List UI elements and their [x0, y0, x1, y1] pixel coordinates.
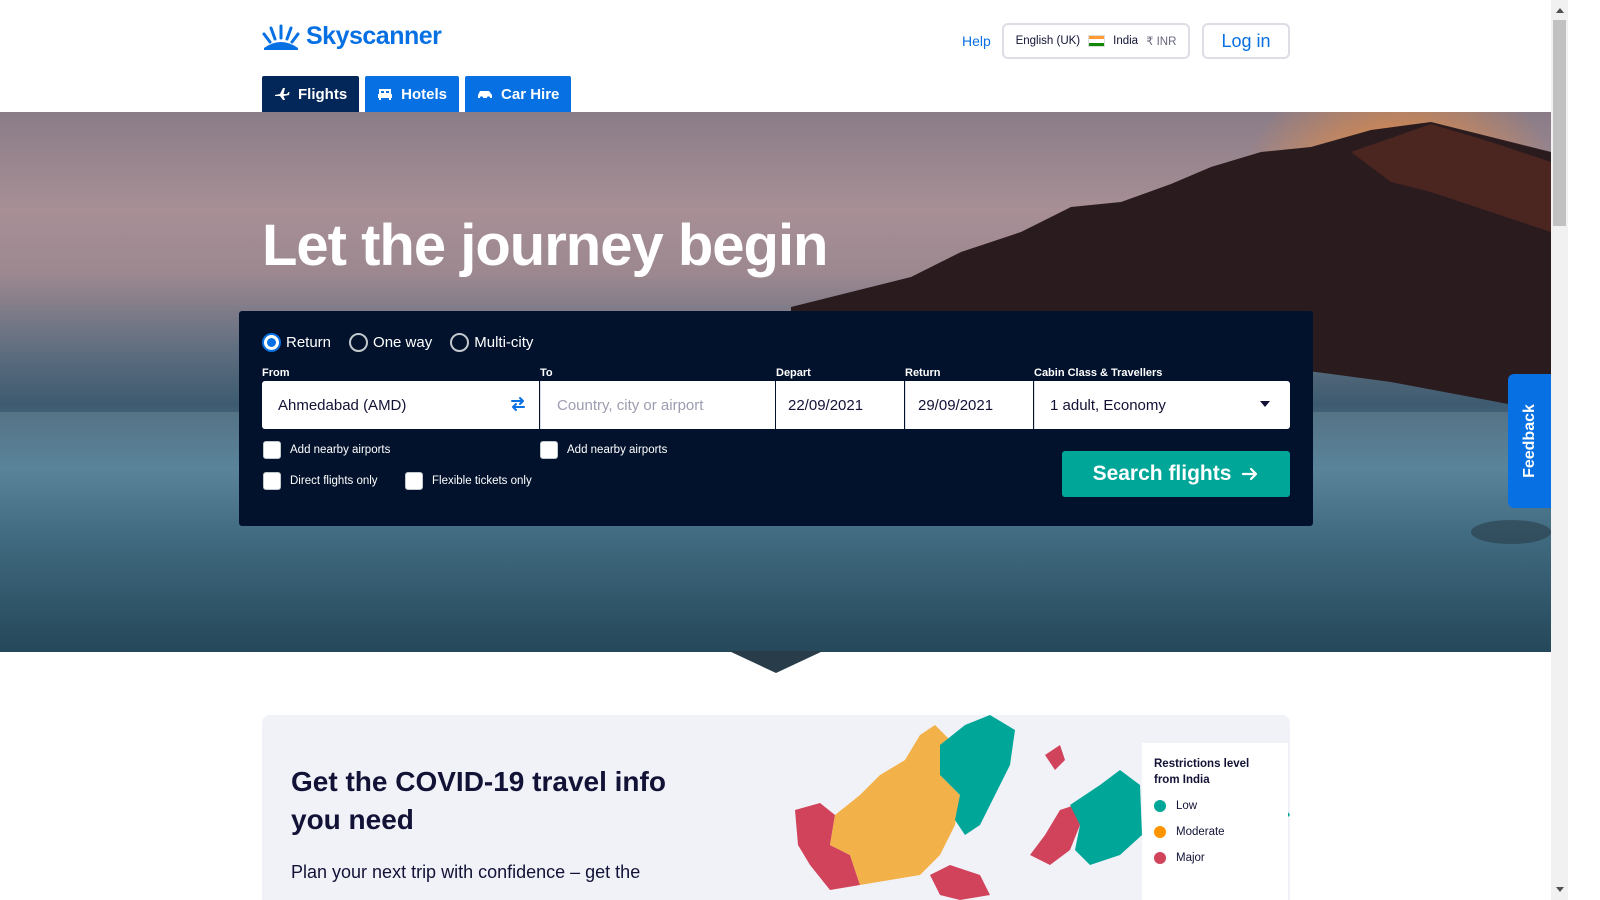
scroll-up-arrow-icon[interactable] — [1551, 2, 1568, 19]
checkbox-box — [263, 441, 281, 459]
radio-indicator — [349, 333, 369, 352]
checkbox-label: Add nearby airports — [290, 444, 391, 456]
country-label: India — [1113, 35, 1139, 47]
checkbox-box — [405, 472, 423, 490]
legend-dot-major — [1154, 852, 1166, 864]
checkbox-label: Add nearby airports — [567, 444, 668, 456]
login-button[interactable]: Log in — [1202, 23, 1290, 59]
india-flag-icon — [1088, 35, 1106, 47]
car-icon — [478, 91, 493, 100]
tab-label: Car Hire — [501, 85, 560, 103]
legend-label: Major — [1176, 852, 1205, 864]
legend-item-major: Major — [1154, 852, 1276, 864]
trip-type-multi-city-radio[interactable]: Multi-city — [450, 333, 533, 352]
scrollbar-thumb[interactable] — [1553, 20, 1566, 226]
nearby-to-checkbox[interactable]: Add nearby airports — [540, 441, 667, 459]
radio-indicator — [262, 333, 281, 352]
chevron-down-icon — [1260, 401, 1270, 407]
cabin-travellers-select[interactable]: 1 adult, Economy — [1034, 381, 1290, 429]
hero-title: Let the journey begin — [262, 213, 828, 278]
logo-wordmark: Skyscanner — [306, 22, 442, 50]
tab-car-hire[interactable]: Car Hire — [465, 76, 572, 112]
search-flights-button[interactable]: Search flights — [1062, 451, 1290, 497]
trip-type-one-way-radio[interactable]: One way — [349, 333, 432, 352]
site-header: Skyscanner Help English (UK) India ₹ INR… — [0, 0, 1583, 112]
flexible-tickets-checkbox[interactable]: Flexible tickets only — [405, 472, 532, 490]
feedback-label: Feedback — [1521, 404, 1538, 478]
legend-label: Moderate — [1176, 826, 1225, 838]
legend-item-moderate: Moderate — [1154, 826, 1276, 838]
from-label: From — [262, 367, 290, 379]
from-input[interactable]: Ahmedabad (AMD) — [262, 381, 539, 429]
legend-item-low: Low — [1154, 800, 1276, 812]
to-label: To — [540, 367, 553, 379]
language-label: English (UK) — [1015, 35, 1081, 47]
covid-subtitle: Plan your next trip with confidence – ge… — [291, 862, 641, 882]
to-input[interactable]: Country, city or airport — [540, 381, 775, 429]
currency-label: ₹ INR — [1146, 36, 1177, 48]
legend-label: Low — [1176, 800, 1198, 812]
radio-label: Return — [286, 334, 332, 351]
covid-title: Get the COVID-19 travel info you need — [291, 766, 666, 835]
direct-flights-checkbox[interactable]: Direct flights only — [263, 472, 378, 490]
tab-flights[interactable]: Flights — [262, 76, 360, 112]
tab-hotels[interactable]: Hotels — [365, 76, 460, 112]
restrictions-legend: Restrictions level from India Low Modera… — [1142, 743, 1288, 900]
checkbox-label: Flexible tickets only — [432, 475, 532, 487]
flight-search-panel: Return One way Multi-city From To Depart… — [239, 311, 1313, 526]
locale-selector-button[interactable]: English (UK) India ₹ INR — [1002, 23, 1190, 59]
bed-icon — [378, 89, 393, 100]
cabin-value: 1 adult, Economy — [1050, 396, 1166, 414]
arrow-right-icon — [1242, 467, 1258, 481]
radio-label: One way — [373, 334, 433, 351]
radio-label: Multi-city — [474, 334, 534, 351]
trip-type-group: Return One way Multi-city — [262, 333, 533, 352]
trip-type-return-radio[interactable]: Return — [262, 333, 331, 352]
tab-label: Flights — [298, 85, 348, 103]
plane-icon — [275, 88, 290, 100]
return-label: Return — [905, 367, 941, 379]
product-tabs: Flights Hotels Car Hire — [262, 76, 572, 112]
nearby-from-checkbox[interactable]: Add nearby airports — [263, 441, 390, 459]
legend-dot-moderate — [1154, 826, 1166, 838]
legend-dot-low — [1154, 800, 1166, 812]
checkbox-box — [263, 472, 281, 490]
checkbox-label: Direct flights only — [290, 475, 378, 487]
depart-label: Depart — [776, 367, 811, 379]
radio-indicator — [450, 333, 470, 352]
swap-icon[interactable] — [509, 395, 527, 413]
search-button-label: Search flights — [1092, 462, 1232, 485]
page-scrollbar[interactable] — [1551, 0, 1568, 900]
covid-info-card[interactable]: Get the COVID-19 travel info you need Pl… — [262, 715, 1290, 900]
tab-label: Hotels — [401, 85, 448, 103]
return-date-input[interactable]: 29/09/2021 — [905, 381, 1033, 429]
skyscanner-logo[interactable]: Skyscanner — [262, 22, 442, 51]
hero-notch — [729, 651, 823, 673]
scroll-down-arrow-icon[interactable] — [1551, 881, 1568, 898]
help-link[interactable]: Help — [962, 33, 991, 49]
legend-title: Restrictions level from India — [1154, 758, 1250, 786]
depart-date-input[interactable]: 22/09/2021 — [776, 381, 904, 429]
from-value: Ahmedabad (AMD) — [278, 396, 407, 414]
cabin-label: Cabin Class & Travellers — [1034, 367, 1163, 379]
feedback-button[interactable]: Feedback — [1508, 374, 1552, 508]
sunburst-logo-icon — [262, 24, 300, 50]
checkbox-box — [540, 441, 558, 459]
